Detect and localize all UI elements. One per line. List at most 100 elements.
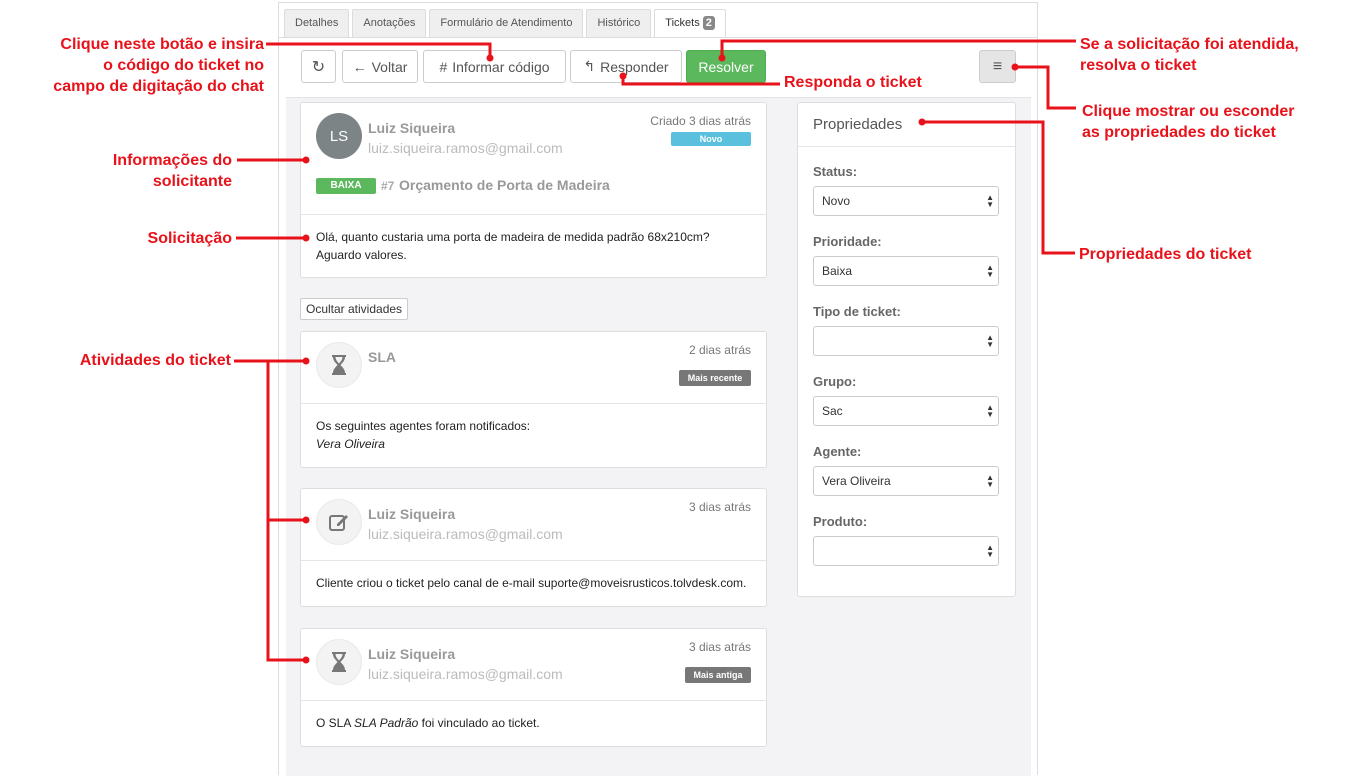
select-value: Baixa xyxy=(822,264,853,278)
resolver-button[interactable]: Resolver xyxy=(686,50,766,83)
voltar-button[interactable]: ← Voltar xyxy=(342,50,418,83)
status-select[interactable]: Novo ▲ ▼ xyxy=(813,186,999,216)
activity-text: Os seguintes agentes foram notificados: … xyxy=(316,417,530,453)
annotation-resolver: Se a solicitação foi atendida, resolva o… xyxy=(1080,34,1299,76)
ticket-subject: Orçamento de Porta de Madeira xyxy=(399,177,610,193)
annotation-line: campo de digitação do chat xyxy=(53,78,264,95)
message-line: Olá, quanto custaria uma porta de madeir… xyxy=(316,230,710,244)
divider xyxy=(301,700,766,701)
divider xyxy=(301,403,766,404)
sla-name: SLA Padrão xyxy=(354,716,419,730)
activity-email: luiz.siqueira.ramos@gmail.com xyxy=(368,526,563,542)
tab-divider xyxy=(279,37,1037,38)
edit-icon xyxy=(316,499,362,545)
select-value: Sac xyxy=(822,404,843,418)
message-line: Aguardo valores. xyxy=(316,248,407,262)
tab-tickets[interactable]: Tickets 2 xyxy=(654,9,726,38)
annotation-propriedades: Propriedades do ticket xyxy=(1079,246,1252,263)
toggle-properties-button[interactable]: ≡ xyxy=(979,50,1016,83)
activity-time: 3 dias atrás xyxy=(688,640,751,654)
ticket-number: #7 xyxy=(381,179,395,193)
activity-title: Luiz Siqueira xyxy=(368,646,456,662)
voltar-label: Voltar xyxy=(371,58,408,75)
activity-card: SLA 2 dias atrás Mais recente Os seguint… xyxy=(300,331,767,468)
select-arrows-icon: ▲ ▼ xyxy=(986,333,994,349)
activity-time: 2 dias atrás xyxy=(688,343,751,357)
annotation-line: o código do ticket no xyxy=(103,57,264,74)
menu-icon: ≡ xyxy=(992,57,1003,75)
ticket-type-label: Tipo de ticket: xyxy=(813,304,901,319)
select-arrows-icon: ▲ ▼ xyxy=(986,263,994,279)
hide-activities-button[interactable]: Ocultar atividades xyxy=(300,298,409,320)
annotation-line: solicitante xyxy=(152,173,232,190)
ticket-panel: Detalhes Anotações Formulário de Atendim… xyxy=(278,2,1038,776)
tab-label: Anotações xyxy=(363,17,416,29)
tickets-count-badge: 2 xyxy=(702,16,715,30)
requester-name: Luiz Siqueira xyxy=(368,120,456,136)
avatar-initials: LS xyxy=(329,127,349,145)
activity-text: Cliente criou o ticket pelo canal de e-m… xyxy=(316,576,747,590)
product-label: Produto: xyxy=(813,514,868,529)
ticket-type-select[interactable]: ▲ ▼ xyxy=(813,326,999,356)
agent-label: Agente: xyxy=(813,444,862,459)
annotation-line: Informações do xyxy=(112,152,232,169)
select-value: Vera Oliveira xyxy=(822,474,891,488)
tab-label: Histórico xyxy=(597,17,641,29)
tab-formulario[interactable]: Formulário de Atendimento xyxy=(429,9,584,37)
status-label: Status: xyxy=(813,164,858,179)
annotation-line: Se a solicitação foi atendida, xyxy=(1080,36,1299,53)
annotation-line: as propriedades do ticket xyxy=(1082,124,1276,141)
annotation-solicitante: Informações do solicitante xyxy=(60,150,232,192)
most-recent-badge: Mais recente xyxy=(679,370,751,386)
annotation-atividades: Atividades do ticket xyxy=(79,352,231,369)
annotation-responder: Responda o ticket xyxy=(784,74,922,91)
tab-detalhes[interactable]: Detalhes xyxy=(284,9,350,37)
product-select[interactable]: ▲ ▼ xyxy=(813,536,999,566)
group-select[interactable]: Sac ▲ ▼ xyxy=(813,396,999,426)
requester-email: luiz.siqueira.ramos@gmail.com xyxy=(368,140,563,156)
divider xyxy=(798,146,1015,147)
responder-button[interactable]: ↰ Responder xyxy=(570,50,682,83)
hourglass-icon xyxy=(316,342,362,388)
oldest-badge: Mais antiga xyxy=(685,667,751,683)
select-arrows-icon: ▲ ▼ xyxy=(986,193,994,209)
activity-title: SLA xyxy=(368,349,396,365)
resolver-label: Resolver xyxy=(698,58,754,75)
content-area: LS Luiz Siqueira luiz.siqueira.ramos@gma… xyxy=(286,97,1031,776)
select-arrows-icon: ▲ ▼ xyxy=(986,543,994,559)
properties-panel: Propriedades Status: Novo ▲ ▼ Prioridade: … xyxy=(797,102,1016,597)
group-label: Grupo: xyxy=(813,374,857,389)
tab-anotacoes[interactable]: Anotações xyxy=(352,9,427,37)
agent-select[interactable]: Vera Oliveira ▲ ▼ xyxy=(813,466,999,496)
agent-name: Vera Oliveira xyxy=(316,437,385,451)
annotation-mostrar: Clique mostrar ou esconder as propriedad… xyxy=(1082,101,1295,143)
tab-label: Tickets xyxy=(665,17,700,29)
hash-icon: # xyxy=(439,58,448,75)
tab-bar: Detalhes Anotações Formulário de Atendim… xyxy=(284,9,729,38)
annotation-line: Clique mostrar ou esconder xyxy=(1082,103,1295,120)
ticket-message: Olá, quanto custaria uma porta de madeir… xyxy=(316,228,710,264)
divider xyxy=(301,214,766,215)
activity-email: luiz.siqueira.ramos@gmail.com xyxy=(368,666,563,682)
informar-label: Informar código xyxy=(452,58,550,75)
tab-label: Detalhes xyxy=(295,17,339,29)
annotation-line: resolva o ticket xyxy=(1080,57,1197,74)
refresh-icon: ↻ xyxy=(311,58,326,76)
select-arrows-icon: ▲ ▼ xyxy=(986,473,994,489)
tab-label: Formulário de Atendimento xyxy=(440,17,573,29)
tab-historico[interactable]: Histórico xyxy=(586,9,652,37)
activity-time: 3 dias atrás xyxy=(688,500,751,514)
activity-card: Luiz Siqueira luiz.siqueira.ramos@gmail.… xyxy=(300,488,767,607)
responder-label: Responder xyxy=(600,58,669,75)
informar-codigo-button[interactable]: # Informar código xyxy=(423,50,566,83)
reply-icon: ↰ xyxy=(583,58,596,74)
hourglass-icon xyxy=(316,639,362,685)
activity-card: Luiz Siqueira luiz.siqueira.ramos@gmail.… xyxy=(300,628,767,747)
avatar: LS xyxy=(316,113,362,159)
created-time: Criado 3 dias atrás xyxy=(650,114,751,128)
priority-select[interactable]: Baixa ▲ ▼ xyxy=(813,256,999,286)
priority-label: Prioridade: xyxy=(813,234,882,249)
activity-text: O SLA SLA Padrão foi vinculado ao ticket… xyxy=(316,714,540,732)
refresh-button[interactable]: ↻ xyxy=(301,50,336,83)
activity-line: Os seguintes agentes foram notificados: xyxy=(316,419,531,433)
